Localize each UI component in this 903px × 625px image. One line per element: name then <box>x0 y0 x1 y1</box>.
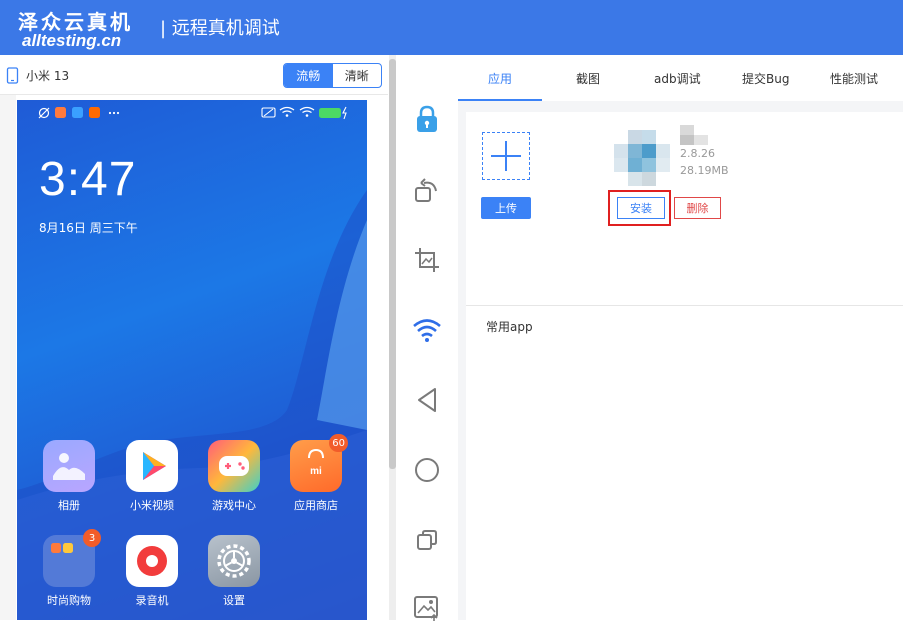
app-label: 相册 <box>58 499 80 512</box>
plus-icon <box>491 141 521 171</box>
status-bar <box>17 100 367 126</box>
video-icon <box>126 440 178 492</box>
common-apps-label: 常用app <box>486 320 533 334</box>
tab-adb-debug[interactable]: adb调试 <box>654 70 701 87</box>
app-store[interactable]: mi 60 应用商店 <box>281 434 351 513</box>
tab-bar: 应用 截图 adb调试 提交Bug 性能测试 <box>458 55 903 101</box>
tab-apps[interactable]: 应用 <box>488 70 512 87</box>
device-scrollbar[interactable] <box>389 55 396 620</box>
tool-column <box>396 55 458 621</box>
install-button[interactable]: 安装 <box>617 197 665 219</box>
device-panel: 小米 13 流畅 清晰 3:47 8月16日 周三下午 相册 小米视频 游戏中心… <box>0 55 388 620</box>
recent-apps-icon[interactable] <box>410 523 444 557</box>
app-gallery[interactable]: 相册 <box>34 440 104 513</box>
quality-hd-button[interactable]: 清晰 <box>333 64 382 87</box>
device-name: 小米 13 <box>26 69 70 83</box>
notification-badge: 60 <box>329 434 348 452</box>
quality-toggle: 流畅 清晰 <box>283 63 382 88</box>
page-title: | 远程真机调试 <box>160 18 280 39</box>
tab-screenshot[interactable]: 截图 <box>576 70 600 87</box>
app-manager-panel: 上传 2.8.26 28.19MB 安装 删除 常用app <box>466 112 903 620</box>
app-version: 2.8.26 <box>680 147 715 160</box>
back-icon[interactable] <box>410 383 444 417</box>
game-icon <box>208 440 260 492</box>
phone-icon <box>6 67 19 88</box>
folder-icon: 3 <box>43 529 101 587</box>
app-label: 应用商店 <box>294 499 338 512</box>
recorder-icon <box>126 535 178 587</box>
app-settings[interactable]: 设置 <box>199 535 269 608</box>
phone-screen[interactable]: 3:47 8月16日 周三下午 相册 小米视频 游戏中心 mi 60 应用商店 … <box>17 100 367 620</box>
upload-dropzone[interactable] <box>482 132 530 180</box>
logo-domain: alltesting.cn <box>22 31 122 50</box>
app-mi-video[interactable]: 小米视频 <box>117 440 187 513</box>
gallery-icon <box>43 440 95 492</box>
app-game-center[interactable]: 游戏中心 <box>199 440 269 513</box>
notification-badge: 3 <box>83 529 101 547</box>
app-icon-blurred <box>614 130 670 186</box>
active-tab-indicator <box>458 99 542 101</box>
tab-performance[interactable]: 性能测试 <box>830 70 878 87</box>
app-label: 设置 <box>223 594 245 607</box>
section-divider <box>466 305 903 306</box>
app-label: 小米视频 <box>130 499 174 512</box>
upload-button[interactable]: 上传 <box>481 197 531 219</box>
wifi-icon[interactable] <box>410 313 444 347</box>
quality-smooth-button[interactable]: 流畅 <box>284 64 333 87</box>
lockscreen-date: 8月16日 周三下午 <box>39 221 138 235</box>
settings-icon <box>208 535 260 587</box>
app-recorder[interactable]: 录音机 <box>117 535 187 608</box>
device-bar: 小米 13 流畅 清晰 <box>0 55 388 95</box>
app-label: 游戏中心 <box>212 499 256 512</box>
home-icon[interactable] <box>410 453 444 487</box>
rotate-icon[interactable] <box>410 173 444 207</box>
app-label: 录音机 <box>135 594 169 607</box>
crop-icon[interactable] <box>410 243 444 277</box>
app-header: 泽众云真机 alltesting.cn | 远程真机调试 <box>0 0 903 55</box>
app-size: 28.19MB <box>680 164 729 177</box>
lock-icon[interactable] <box>410 102 444 136</box>
tab-submit-bug[interactable]: 提交Bug <box>742 70 789 87</box>
app-label: 时尚购物 <box>47 594 91 607</box>
app-folder-shopping[interactable]: 3 时尚购物 <box>34 529 104 608</box>
store-icon: mi 60 <box>290 434 348 492</box>
app-name-blurred <box>680 125 708 145</box>
right-panel: 应用 截图 adb调试 提交Bug 性能测试 上传 2.8.26 28.19MB… <box>458 55 903 620</box>
svg-text:mi: mi <box>310 466 322 477</box>
delete-button[interactable]: 删除 <box>674 197 721 219</box>
scrollbar-thumb[interactable] <box>389 59 396 469</box>
left-edge <box>0 95 16 620</box>
lockscreen-clock: 3:47 <box>39 153 137 206</box>
